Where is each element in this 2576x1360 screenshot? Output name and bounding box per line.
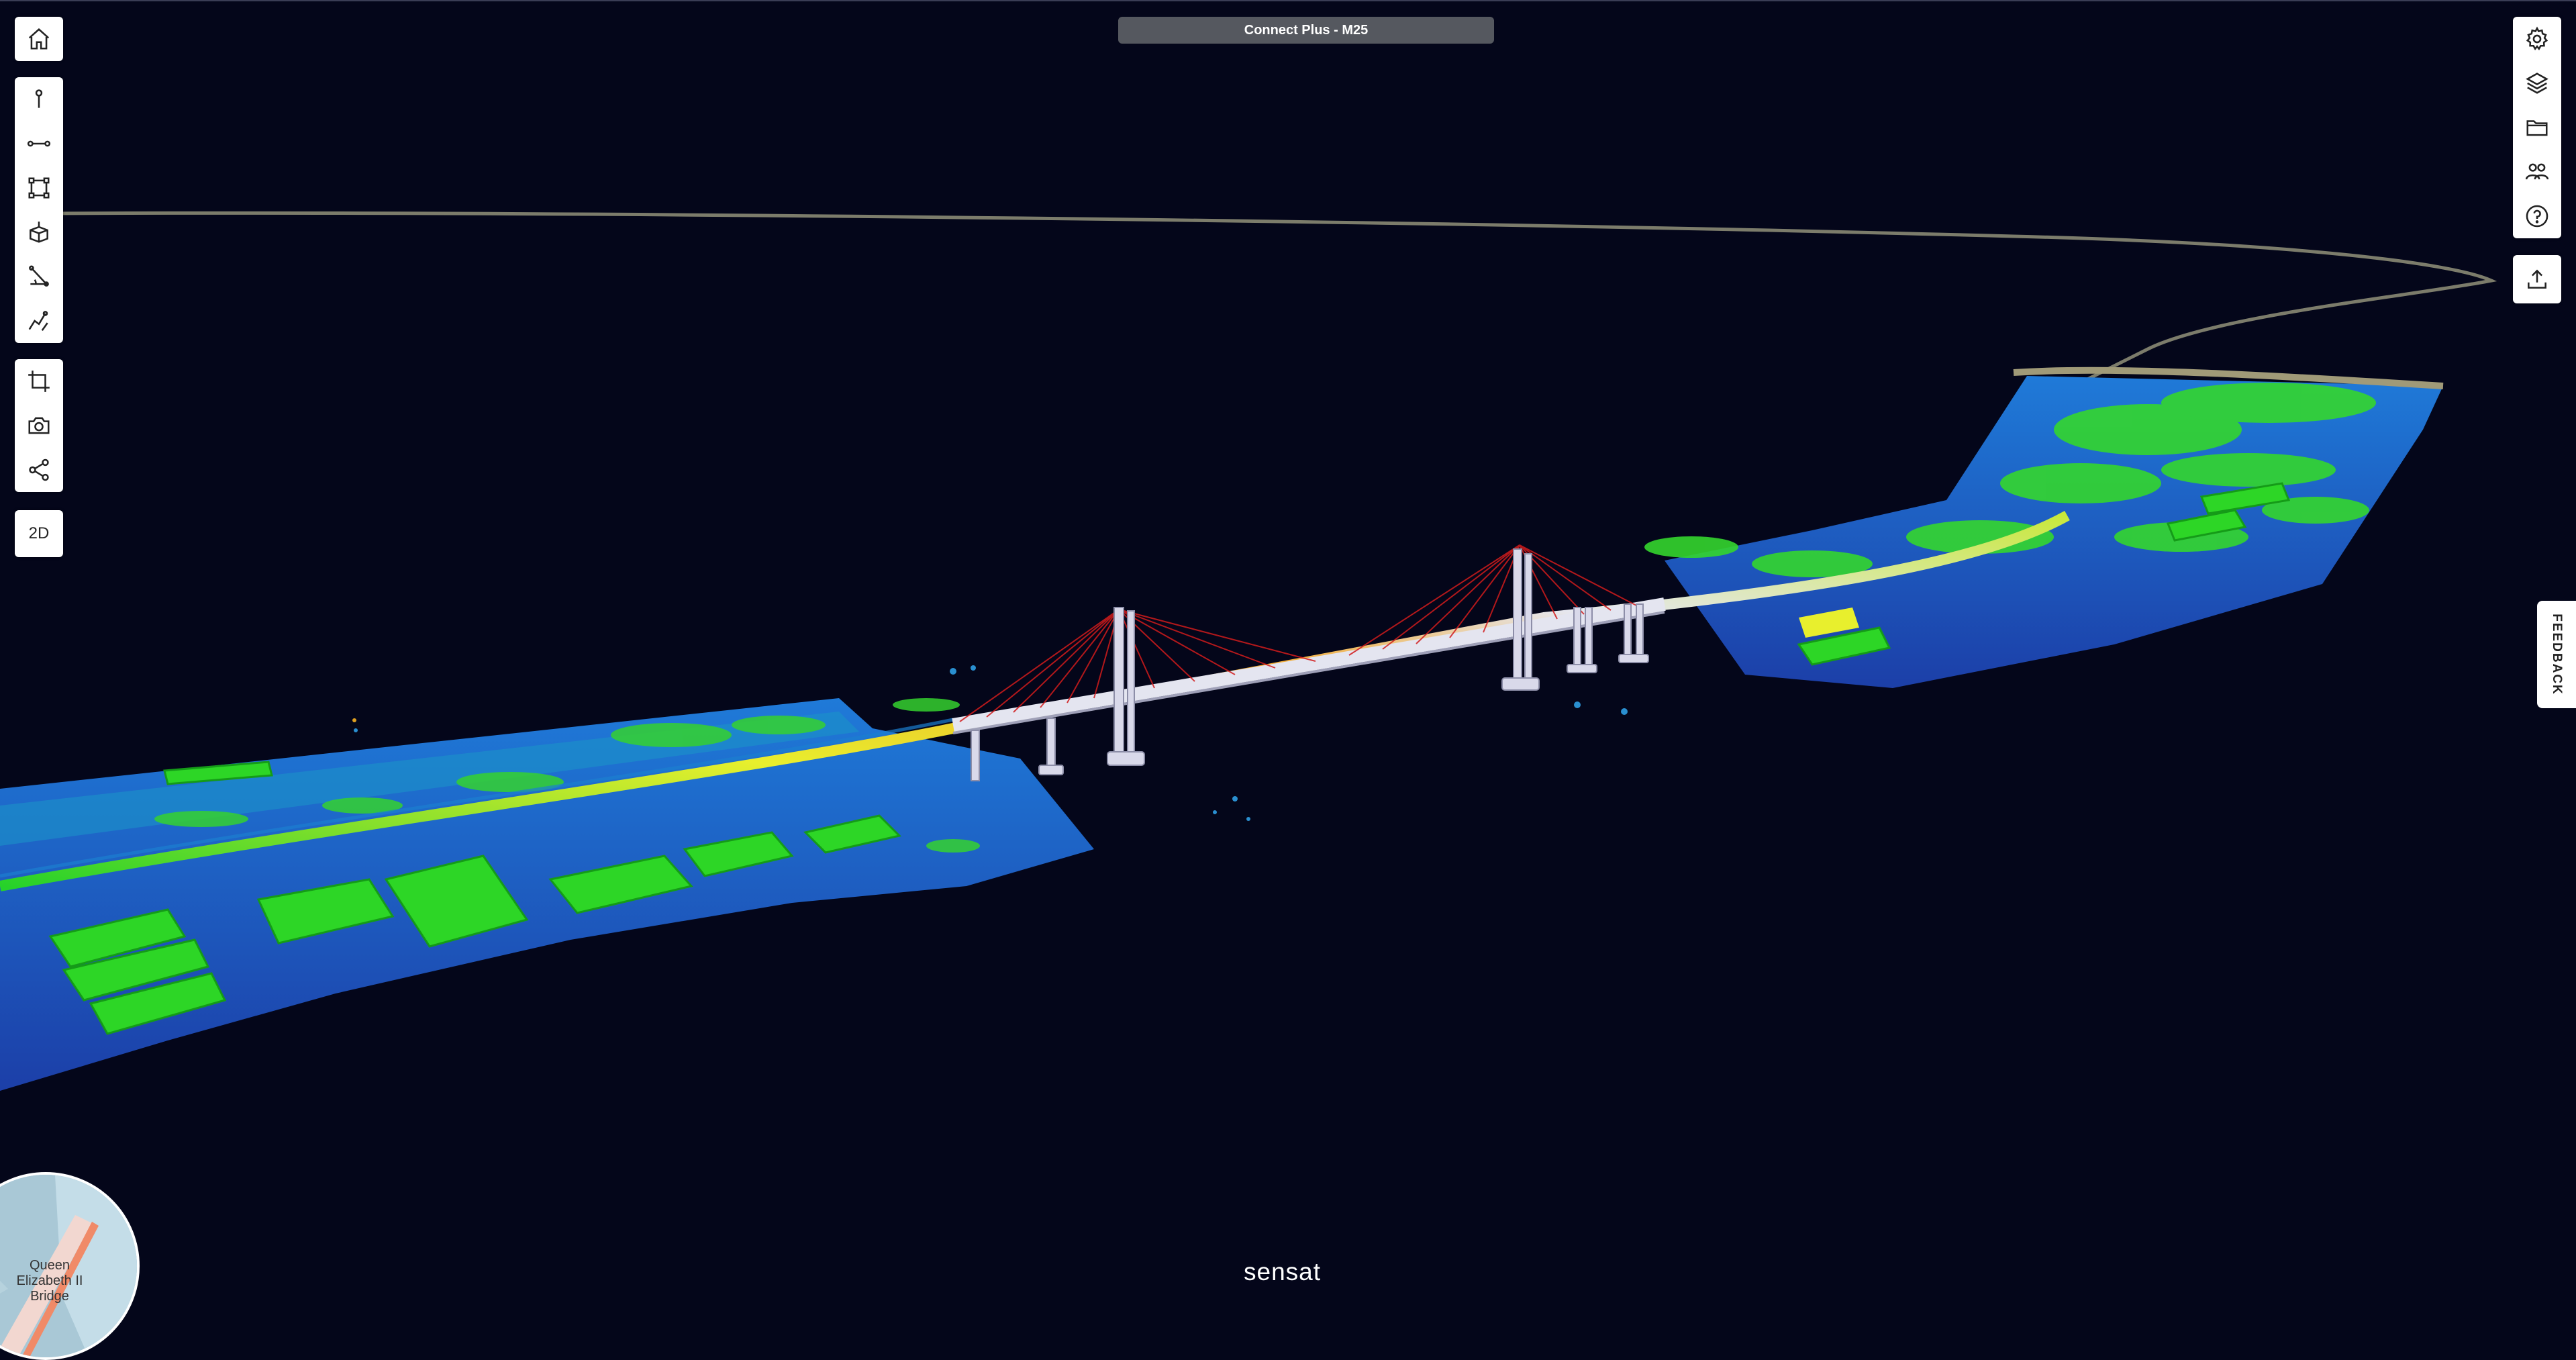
help-icon[interactable] [2513,194,2561,238]
project-title[interactable]: Connect Plus - M25 [1118,17,1494,44]
capture-toolbar-group [15,359,63,492]
folder-icon[interactable] [2513,105,2561,150]
camera-icon[interactable] [15,403,63,448]
layers-icon[interactable] [2513,61,2561,105]
home-icon[interactable] [15,17,63,61]
feedback-tab[interactable]: FEEDBACK [2537,601,2576,708]
view-2d-toggle[interactable]: 2D [15,510,63,557]
settings-gear-icon[interactable] [2513,17,2561,61]
volume-icon[interactable] [15,210,63,254]
right-toolbar-group [2513,17,2561,238]
view-mode-toolbar-group: 2D [15,510,63,557]
view-2d-label: 2D [28,524,50,542]
minimap-label: Queen Elizabeth II Bridge [16,1258,83,1304]
feedback-label: FEEDBACK [2550,614,2564,695]
point-marker-icon[interactable] [15,77,63,122]
crop-icon[interactable] [15,359,63,403]
share-icon[interactable] [15,448,63,492]
measure-toolbar-group [15,77,63,343]
upload-toolbar-group [2513,255,2561,303]
distance-line-icon[interactable] [15,122,63,166]
sensat-logo: sensat [1244,1258,1322,1285]
profile-icon[interactable] [15,299,63,343]
upload-icon[interactable] [2513,255,2561,303]
angle-icon[interactable] [15,254,63,299]
area-polygon-icon[interactable] [15,166,63,210]
home-toolbar-group [15,17,63,61]
pointcloud-viewport[interactable] [0,0,2576,1302]
users-icon[interactable] [2513,150,2561,194]
